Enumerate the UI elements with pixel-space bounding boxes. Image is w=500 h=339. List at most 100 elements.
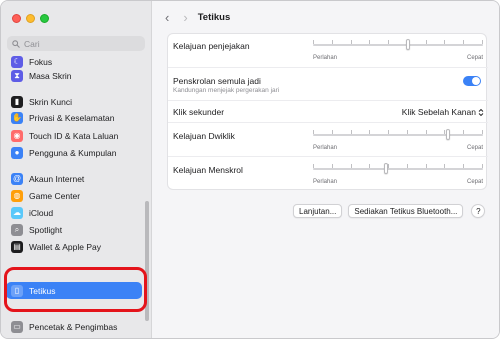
at-icon: @ <box>11 172 23 185</box>
double-click-slider[interactable] <box>313 128 483 144</box>
slider-tick <box>388 130 389 134</box>
slider-tick <box>482 40 483 44</box>
double-click-label: Kelajuan Dwiklik <box>173 131 235 141</box>
slider-tick <box>369 164 370 168</box>
annotation-highlight <box>4 267 147 312</box>
sidebar-item-pencetak-pengimbas[interactable]: ▭ Pencetak & Pengimbas <box>6 318 142 335</box>
sidebar: ☾ Fokus ⧗ Masa Skrin ▮ Skrin Kunci ✋ Privasi & … <box>1 1 152 338</box>
search-field[interactable] <box>7 36 145 51</box>
sidebar-item-label: Akaun Internet <box>29 173 85 184</box>
tracking-speed-max-label: Cepat <box>466 55 483 61</box>
sidebar-item-icloud[interactable]: ☁ iCloud <box>6 204 142 221</box>
scroll-speed-label: Kelajuan Menskrol <box>173 165 243 175</box>
setup-bluetooth-mouse-button[interactable]: Sediakan Tetikus Bluetooth... <box>348 204 464 218</box>
moon-icon: ☾ <box>11 55 23 68</box>
game-center-icon: ◍ <box>11 189 23 202</box>
tracking-speed-min-label: Perlahan <box>313 55 338 61</box>
minimize-button[interactable] <box>26 14 35 23</box>
natural-scroll-row: Penskrolan semula jadi Kandungan menjeja… <box>168 68 488 101</box>
sidebar-item-masa-skrin[interactable]: ⧗ Masa Skrin <box>6 67 142 84</box>
sidebar-item-label: Pengguna & Kumpulan <box>29 147 117 158</box>
sidebar-item-label: Wallet & Apple Pay <box>29 241 101 252</box>
sidebar-item-label: Skrin Kunci <box>29 96 72 107</box>
sidebar-item-label: Privasi & Keselamatan <box>29 112 115 123</box>
window-controls <box>12 14 49 23</box>
sidebar-item-skrin-kunci[interactable]: ▮ Skrin Kunci <box>6 93 142 110</box>
sidebar-item-wallet-apple-pay[interactable]: ▤ Wallet & Apple Pay <box>6 238 142 255</box>
natural-scroll-toggle[interactable] <box>463 76 481 86</box>
slider-thumb[interactable] <box>406 39 410 50</box>
sidebar-item-privasi-keselamatan[interactable]: ✋ Privasi & Keselamatan <box>6 109 142 126</box>
slider-tick <box>444 130 445 134</box>
slider-thumb[interactable] <box>384 163 388 174</box>
secondary-click-value: Klik Sebelah Kanan <box>401 107 476 117</box>
search-icon <box>12 39 20 48</box>
scroll-speed-row: Kelajuan Menskrol Perlahan Cepat <box>168 157 488 191</box>
help-button[interactable]: ? <box>471 204 486 218</box>
hourglass-icon: ⧗ <box>11 69 23 82</box>
sidebar-item-label: Spotlight <box>29 224 63 235</box>
scroll-speed-max-label: Cepat <box>466 179 483 185</box>
sidebar-item-spotlight[interactable]: ⌕ Spotlight <box>6 221 142 238</box>
natural-scroll-label: Penskrolan semula jadi <box>173 76 261 86</box>
secondary-click-row: Klik sekunder Klik Sebelah Kanan <box>168 101 488 123</box>
printer-icon: ▭ <box>11 320 23 333</box>
slider-tick <box>332 130 333 134</box>
cloud-icon: ☁ <box>11 206 23 219</box>
toolbar: ‹ › Tetikus <box>165 11 230 24</box>
sidebar-item-label: Masa Skrin <box>29 70 72 81</box>
sidebar-item-touch-id-kata-laluan[interactable]: ◉ Touch ID & Kata Laluan <box>6 127 142 144</box>
slider-tick <box>463 130 464 134</box>
advanced-button[interactable]: Lanjutan... <box>293 204 343 218</box>
main-pane: ‹ › Tetikus Kelajuan penjejakan Perlahan… <box>153 1 499 338</box>
slider-tick <box>463 164 464 168</box>
hand-icon: ✋ <box>11 111 23 124</box>
mouse-settings-panel: Kelajuan penjejakan Perlahan Cepat Pensk… <box>167 33 488 191</box>
scroll-speed-slider[interactable] <box>313 162 483 178</box>
lock-screen-icon: ▮ <box>11 95 23 108</box>
slider-tick <box>313 164 314 168</box>
double-click-row: Kelajuan Dwiklik Perlahan Cepat <box>168 123 488 157</box>
action-buttons: Lanjutan... Sediakan Tetikus Bluetooth..… <box>293 204 486 218</box>
slider-tick <box>313 40 314 44</box>
chevron-updown-icon <box>478 108 484 116</box>
slider-tick <box>351 130 352 134</box>
back-button[interactable]: ‹ <box>165 11 169 24</box>
slider-tick <box>332 40 333 44</box>
sidebar-item-label: Game Center <box>29 190 81 201</box>
search-input[interactable] <box>24 38 134 49</box>
page-title: Tetikus <box>197 12 231 23</box>
slider-tick <box>444 40 445 44</box>
slider-tick <box>407 130 408 134</box>
sidebar-item-pengguna-kumpulan[interactable]: ● Pengguna & Kumpulan <box>6 144 142 161</box>
slider-tick <box>407 164 408 168</box>
slider-tick <box>369 40 370 44</box>
double-click-min-label: Perlahan <box>313 145 338 151</box>
sidebar-item-game-center[interactable]: ◍ Game Center <box>6 187 142 204</box>
slider-tick <box>463 40 464 44</box>
sidebar-item-label: iCloud <box>29 207 54 218</box>
sidebar-item-label: Fokus <box>29 56 53 67</box>
slider-tick <box>332 164 333 168</box>
slider-tick <box>444 164 445 168</box>
slider-tick <box>369 130 370 134</box>
slider-tick <box>313 130 314 134</box>
forward-button[interactable]: › <box>183 11 187 24</box>
slider-tick <box>388 164 389 168</box>
secondary-click-label: Klik sekunder <box>173 107 225 117</box>
slider-tick <box>426 130 427 134</box>
slider-thumb[interactable] <box>446 129 450 140</box>
close-button[interactable] <box>12 14 21 23</box>
secondary-click-popup[interactable]: Klik Sebelah Kanan <box>402 107 484 117</box>
sidebar-item-akaun-internet[interactable]: @ Akaun Internet <box>6 170 142 187</box>
natural-scroll-sublabel: Kandungan menjejak pergerakan jari <box>173 87 280 94</box>
tracking-speed-slider[interactable] <box>313 38 483 54</box>
settings-window: ☾ Fokus ⧗ Masa Skrin ▮ Skrin Kunci ✋ Privasi & … <box>0 0 500 339</box>
slider-tick <box>482 130 483 134</box>
users-icon: ● <box>11 146 23 159</box>
scroll-speed-min-label: Perlahan <box>313 179 338 185</box>
magnifier-icon: ⌕ <box>11 223 23 236</box>
zoom-button[interactable] <box>40 14 49 23</box>
sidebar-item-label: Pencetak & Pengimbas <box>29 321 118 332</box>
wallet-icon: ▤ <box>11 240 23 253</box>
